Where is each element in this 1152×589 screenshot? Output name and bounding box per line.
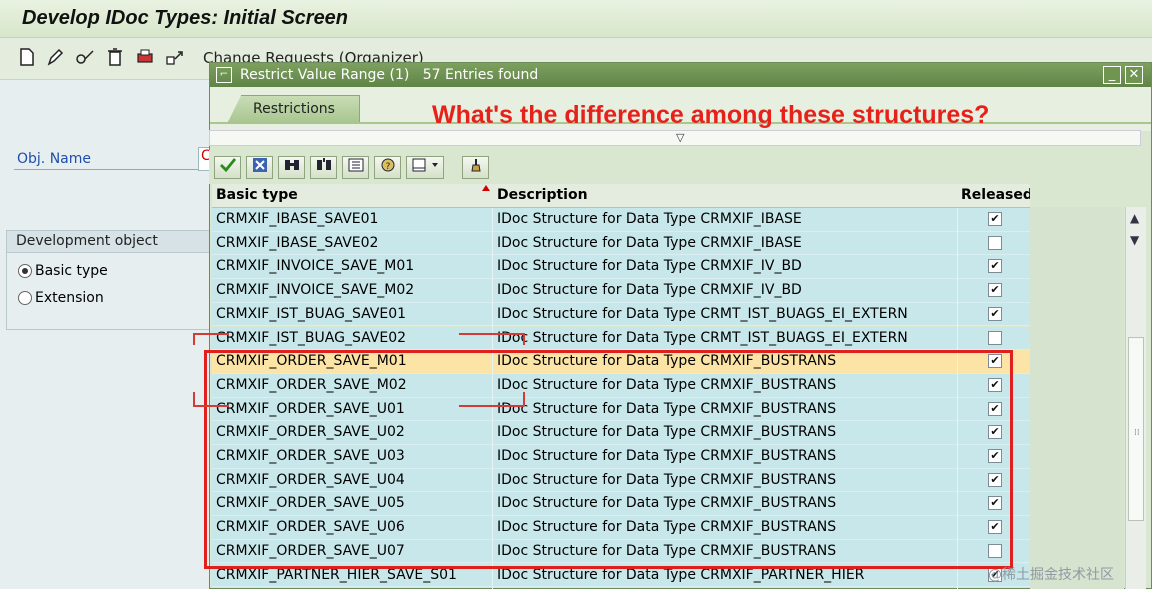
description-cell[interactable]: IDoc Structure for Data Type CRMT_IST_BU… bbox=[497, 306, 908, 322]
released-checked-icon: ✔ bbox=[988, 259, 1002, 274]
description-cell[interactable]: IDoc Structure for Data Type CRMXIF_IV_B… bbox=[497, 282, 802, 298]
bracket-line bbox=[193, 392, 195, 406]
radio-basic-type-label: Basic type bbox=[35, 263, 108, 279]
radio-basic-type[interactable]: Basic type bbox=[18, 261, 108, 281]
print-icon[interactable] bbox=[134, 47, 156, 69]
basic-type-cell[interactable]: CRMXIF_INVOICE_SAVE_M02 bbox=[216, 282, 414, 298]
find-next-icon[interactable] bbox=[310, 156, 337, 179]
column-released[interactable]: Released bbox=[961, 187, 1030, 203]
title-bar: Develop IDoc Types: Initial Screen bbox=[0, 0, 1152, 38]
obj-name-label: Obj. Name bbox=[17, 151, 91, 167]
table-row[interactable]: CRMXIF_IST_BUAG_SAVE01 IDoc Structure for… bbox=[212, 302, 1030, 327]
basic-type-cell[interactable]: CRMXIF_IBASE_SAVE02 bbox=[216, 235, 378, 251]
released-checked-icon: ✔ bbox=[988, 306, 1002, 321]
basic-type-cell[interactable]: CRMXIF_IST_BUAG_SAVE02 bbox=[216, 330, 406, 346]
question-annotation: What's the difference among these struct… bbox=[432, 101, 990, 129]
expand-down-icon[interactable]: ▽ bbox=[676, 131, 684, 144]
close-button[interactable]: ✕ bbox=[1125, 66, 1143, 84]
radio-extension-label: Extension bbox=[35, 290, 104, 306]
tab-restrictions[interactable]: Restrictions bbox=[228, 95, 360, 122]
continue-check-icon[interactable] bbox=[214, 156, 241, 179]
popup-title-bar: ⌐ Restrict Value Range (1) 57 Entries fo… bbox=[210, 63, 1151, 87]
obj-name-underline bbox=[14, 169, 200, 170]
bracket-line bbox=[523, 392, 525, 406]
bracket-line bbox=[193, 333, 195, 345]
vertical-scrollbar[interactable]: ▲ ▼ ⁞⁞ bbox=[1125, 207, 1146, 589]
released-unchecked-icon bbox=[988, 235, 1002, 250]
table-row[interactable]: CRMXIF_INVOICE_SAVE_M02 IDoc Structure fo… bbox=[212, 279, 1030, 303]
basic-type-cell[interactable]: CRMXIF_IST_BUAG_SAVE01 bbox=[216, 306, 406, 322]
column-basic-type[interactable]: Basic type bbox=[216, 187, 298, 203]
sort-ascending-icon bbox=[482, 185, 490, 191]
scroll-up-icon[interactable]: ▲ bbox=[1130, 211, 1139, 225]
released-checked-icon: ✔ bbox=[988, 212, 1002, 226]
print-preview-icon[interactable] bbox=[406, 156, 444, 179]
cancel-icon[interactable] bbox=[246, 156, 273, 179]
description-cell[interactable]: IDoc Structure for Data Type CRMXIF_IV_B… bbox=[497, 258, 802, 274]
watermark: @稀土掘金技术社区 bbox=[988, 567, 1114, 583]
radio-off-icon[interactable] bbox=[18, 291, 32, 305]
description-cell[interactable]: IDoc Structure for Data Type CRMT_IST_BU… bbox=[497, 330, 908, 346]
development-object-group: Development object Basic type Extension bbox=[6, 230, 212, 330]
window-icon: ⌐ bbox=[216, 67, 232, 83]
column-description[interactable]: Description bbox=[497, 187, 588, 203]
description-cell[interactable]: IDoc Structure for Data Type CRMXIF_IBAS… bbox=[497, 211, 802, 227]
radio-extension[interactable]: Extension bbox=[18, 288, 104, 308]
minimize-button[interactable]: _ bbox=[1103, 66, 1121, 84]
find-icon[interactable] bbox=[278, 156, 305, 179]
grip-icon: ⁞⁞ bbox=[1134, 428, 1140, 438]
bracket-line bbox=[193, 333, 229, 335]
change-icon[interactable] bbox=[44, 47, 66, 69]
development-object-title: Development object bbox=[7, 231, 211, 253]
bracket-line bbox=[523, 333, 525, 345]
released-unchecked-icon bbox=[988, 330, 1002, 345]
bracket-line bbox=[459, 333, 524, 335]
transport-icon[interactable] bbox=[164, 47, 186, 69]
basic-type-cell[interactable]: CRMXIF_INVOICE_SAVE_M01 bbox=[216, 258, 414, 274]
page-title: Develop IDoc Types: Initial Screen bbox=[22, 7, 349, 29]
scroll-thumb[interactable]: ⁞⁞ bbox=[1128, 337, 1144, 521]
description-cell[interactable]: IDoc Structure for Data Type CRMXIF_IBAS… bbox=[497, 235, 802, 251]
alv-toolbar: ? bbox=[209, 150, 1150, 184]
sort-icon[interactable] bbox=[342, 156, 369, 179]
create-icon[interactable] bbox=[16, 47, 38, 69]
restriction-toggle-bar[interactable]: ▽ bbox=[209, 130, 1141, 146]
popup-title: Restrict Value Range (1) 57 Entries foun… bbox=[240, 67, 539, 83]
grid-header: Basic type Description Released bbox=[212, 184, 1030, 208]
info-icon[interactable]: ? bbox=[374, 156, 401, 179]
table-row[interactable]: CRMXIF_IBASE_SAVE02 IDoc Structure for Da… bbox=[212, 231, 1030, 256]
delete-icon[interactable] bbox=[104, 47, 126, 69]
bracket-line bbox=[193, 405, 229, 407]
table-row[interactable]: CRMXIF_IST_BUAG_SAVE02 IDoc Structure for… bbox=[212, 326, 1030, 351]
scroll-down-icon[interactable]: ▼ bbox=[1130, 233, 1139, 247]
bracket-line bbox=[459, 405, 524, 407]
table-row[interactable]: CRMXIF_IBASE_SAVE01 IDoc Structure for Da… bbox=[212, 208, 1030, 232]
table-row[interactable]: CRMXIF_INVOICE_SAVE_M01 IDoc Structure fo… bbox=[212, 255, 1030, 280]
released-checked-icon: ✔ bbox=[988, 283, 1002, 298]
grid-empty-area bbox=[1030, 207, 1124, 589]
display-icon[interactable] bbox=[74, 47, 96, 69]
svg-text:?: ? bbox=[385, 162, 390, 172]
radio-on-icon[interactable] bbox=[18, 264, 32, 278]
personalize-icon[interactable] bbox=[462, 156, 489, 179]
basic-type-cell[interactable]: CRMXIF_IBASE_SAVE01 bbox=[216, 211, 378, 227]
highlight-box bbox=[204, 350, 1013, 569]
